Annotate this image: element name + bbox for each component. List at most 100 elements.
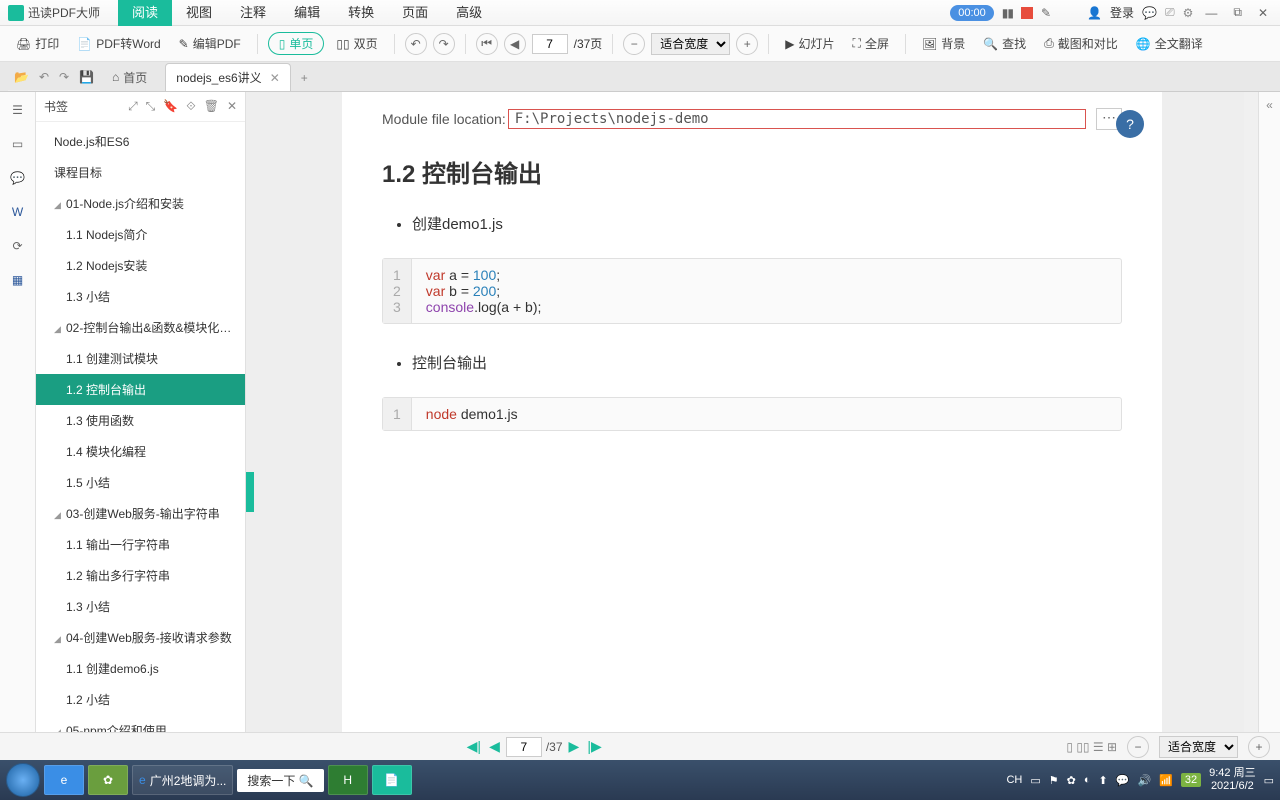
- background-button[interactable]: 🖼 背景: [916, 32, 971, 55]
- zoom-in-button[interactable]: +: [736, 33, 758, 55]
- menu-3[interactable]: 编辑: [280, 0, 334, 26]
- menu-1[interactable]: 视图: [172, 0, 226, 26]
- right-edge[interactable]: «: [1258, 92, 1280, 732]
- close-button[interactable]: ✕: [1254, 6, 1272, 20]
- menu-5[interactable]: 页面: [388, 0, 442, 26]
- menu-6[interactable]: 高级: [442, 0, 496, 26]
- bookmark-item[interactable]: 1.3 小结: [36, 281, 245, 312]
- bookmark-item[interactable]: Node.js和ES6: [36, 126, 245, 157]
- bookmark-item[interactable]: ◢03-创建Web服务-输出字符串: [36, 498, 245, 529]
- bookmark-item[interactable]: 1.5 小结: [36, 467, 245, 498]
- login-label[interactable]: 登录: [1110, 4, 1134, 21]
- word-icon[interactable]: W: [8, 202, 28, 222]
- first-nav[interactable]: ◀|: [465, 738, 483, 755]
- rotate-left-button[interactable]: ↶: [405, 33, 427, 55]
- user-icon[interactable]: 👤: [1087, 6, 1102, 20]
- bookmark-item[interactable]: 1.2 输出多行字符串: [36, 560, 245, 591]
- bookmark-item[interactable]: 1.3 小结: [36, 591, 245, 622]
- bookmark-item[interactable]: ◢04-创建Web服务-接收请求参数: [36, 622, 245, 653]
- last-nav[interactable]: |▶: [585, 738, 603, 755]
- gear-icon[interactable]: ⚙: [1183, 6, 1194, 20]
- zoom-select[interactable]: 适合宽度: [651, 33, 730, 55]
- new-tab-button[interactable]: +: [291, 65, 318, 91]
- tray-icon[interactable]: ⬆: [1099, 774, 1108, 787]
- hbuilder-taskbar[interactable]: H: [328, 765, 368, 795]
- screenshot-button[interactable]: ⎙ 截图和对比: [1038, 32, 1124, 55]
- sidebar-handle[interactable]: [246, 472, 254, 512]
- find-button[interactable]: 🔍 查找: [977, 32, 1032, 55]
- pdf-taskbar[interactable]: 📄: [372, 765, 412, 795]
- menu-2[interactable]: 注释: [226, 0, 280, 26]
- fullscreen-button[interactable]: ⛶ 全屏: [847, 32, 895, 55]
- first-page-button[interactable]: ⏮: [476, 33, 498, 55]
- bookmark-add-icon[interactable]: 🔖: [163, 99, 178, 114]
- taskbar-search[interactable]: 搜索一下 🔍: [237, 769, 323, 792]
- expand-icon[interactable]: ⤢: [128, 99, 138, 114]
- next-nav[interactable]: ▶: [567, 738, 582, 755]
- bookmark-item[interactable]: ◢05-npm介绍和使用: [36, 715, 245, 732]
- more-icon[interactable]: ▦: [8, 270, 28, 290]
- print-button[interactable]: 🖨 打印: [10, 32, 65, 55]
- ie-taskbar[interactable]: e: [44, 765, 84, 795]
- clock[interactable]: 9:42 周三 2021/6/2: [1209, 767, 1255, 793]
- start-button[interactable]: [6, 763, 40, 797]
- zoom-out-button[interactable]: −: [623, 33, 645, 55]
- open-icon[interactable]: 📂: [14, 70, 29, 84]
- pdf2word-button[interactable]: 📄 PDF转Word: [71, 32, 166, 55]
- prev-nav[interactable]: ◀: [487, 738, 502, 755]
- volume-icon[interactable]: 🔊: [1137, 774, 1151, 787]
- bookmark-item[interactable]: 课程目标: [36, 157, 245, 188]
- tray-icon[interactable]: ◐: [1084, 774, 1091, 786]
- bookmark-item[interactable]: 1.1 输出一行字符串: [36, 529, 245, 560]
- close-sidebar-icon[interactable]: ✕: [227, 99, 237, 114]
- close-tab-icon[interactable]: ✕: [270, 71, 280, 85]
- bookmark-item[interactable]: 1.1 创建测试模块: [36, 343, 245, 374]
- trash-icon[interactable]: 🗑: [204, 99, 219, 114]
- app-taskbar-1[interactable]: ✿: [88, 765, 128, 795]
- minimize-button[interactable]: —: [1201, 6, 1221, 20]
- bookmark-item[interactable]: 1.2 小结: [36, 684, 245, 715]
- bookmark-item[interactable]: 1.2 Nodejs安装: [36, 250, 245, 281]
- status-zoom-out[interactable]: −: [1127, 736, 1149, 758]
- home-tab[interactable]: ⌂ 首页: [100, 63, 159, 91]
- gift-icon[interactable]: ⎚: [1165, 5, 1175, 20]
- show-desktop[interactable]: ▭: [1264, 774, 1274, 787]
- translate-button[interactable]: 🌐 全文翻译: [1130, 32, 1209, 55]
- bookmark-item[interactable]: ◢01-Node.js介绍和安装: [36, 188, 245, 219]
- menu-0[interactable]: 阅读: [118, 0, 172, 26]
- tray-icon[interactable]: ⚑: [1049, 774, 1059, 787]
- bookmark-item[interactable]: 1.2 控制台输出: [36, 374, 245, 405]
- timer-badge[interactable]: 00:00: [950, 5, 994, 21]
- bookmark-item[interactable]: 1.1 创建demo6.js: [36, 653, 245, 684]
- page-input[interactable]: [532, 34, 568, 54]
- edit-pdf-button[interactable]: ✎ 编辑PDF: [173, 32, 247, 55]
- pencil-icon[interactable]: ✎: [1041, 6, 1051, 20]
- double-page-button[interactable]: ▯▯ 双页: [330, 32, 383, 55]
- view-mode-buttons[interactable]: ▯ ▯▯ ☰ ⊞: [1066, 740, 1117, 754]
- tray-icon[interactable]: 💬: [1116, 774, 1130, 787]
- comments-icon[interactable]: 💬: [8, 168, 28, 188]
- rotate-right-button[interactable]: ↷: [433, 33, 455, 55]
- bookmark-item[interactable]: ◢02-控制台输出&函数&模块化编...: [36, 312, 245, 343]
- bookmark-item[interactable]: 1.3 使用函数: [36, 405, 245, 436]
- slideshow-button[interactable]: ▶ 幻灯片: [779, 32, 840, 55]
- save-icon[interactable]: 💾: [79, 70, 94, 84]
- bookmark-icon[interactable]: ⟐: [186, 99, 195, 114]
- collapse-icon[interactable]: ⤡: [146, 99, 156, 114]
- undo-icon[interactable]: ↶: [39, 70, 49, 84]
- tray-icon[interactable]: ▭: [1030, 774, 1040, 787]
- comment-icon[interactable]: 💬: [1142, 6, 1157, 20]
- browser-taskbar[interactable]: e广州2地调为...: [132, 765, 233, 795]
- pause-icon[interactable]: ▮▮: [1002, 6, 1013, 20]
- tray-icon[interactable]: ✿: [1067, 774, 1076, 787]
- document-tab[interactable]: nodejs_es6讲义 ✕: [165, 63, 290, 91]
- record-icon[interactable]: [1021, 7, 1033, 19]
- single-page-button[interactable]: ▯ 单页: [268, 32, 325, 55]
- status-zoom-select[interactable]: 适合宽度: [1159, 736, 1238, 758]
- refresh-icon[interactable]: ⟳: [8, 236, 28, 256]
- network-icon[interactable]: 📶: [1159, 774, 1173, 787]
- prev-page-button[interactable]: ◀: [504, 33, 526, 55]
- temperature[interactable]: 32: [1181, 773, 1201, 787]
- pages-icon[interactable]: ▭: [8, 134, 28, 154]
- ime-indicator[interactable]: CH: [1006, 774, 1022, 786]
